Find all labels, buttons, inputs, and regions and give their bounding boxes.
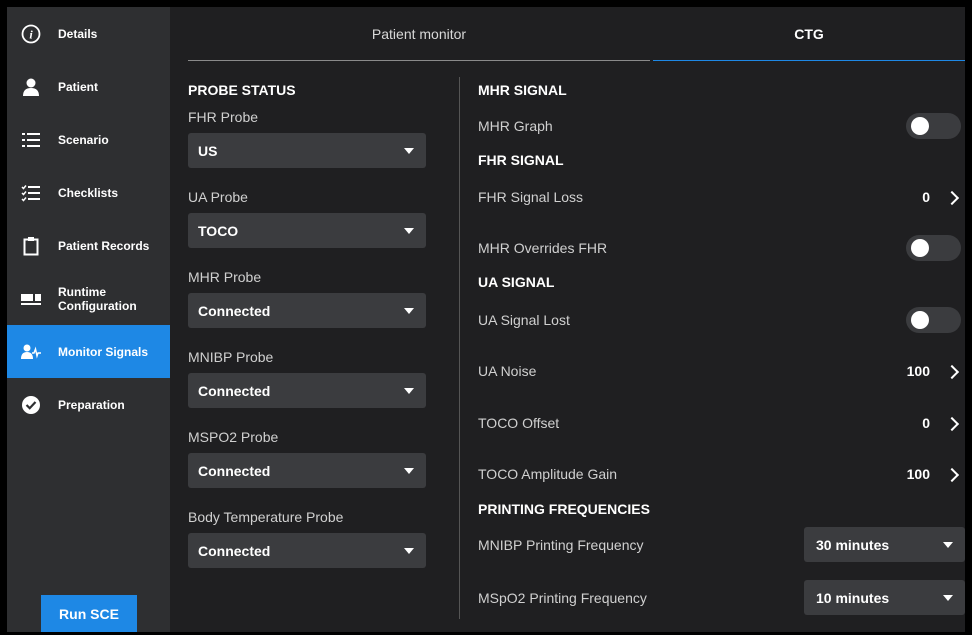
fhr-signal-loss-value: 0 bbox=[922, 189, 930, 205]
caret-down-icon bbox=[943, 542, 953, 548]
sidebar-item-label: Patient bbox=[58, 79, 99, 94]
mnibp-probe-label: MNIBP Probe bbox=[188, 349, 274, 365]
monitor-signals-icon bbox=[21, 342, 41, 362]
mhr-overrides-fhr-label: MHR Overrides FHR bbox=[478, 240, 608, 256]
sidebar-item-label: Runtime Configuration bbox=[58, 285, 137, 313]
caret-down-icon bbox=[404, 228, 414, 234]
toggle-knob bbox=[911, 311, 929, 329]
caret-down-icon bbox=[404, 148, 414, 154]
sidebar-item-patient[interactable]: Patient bbox=[7, 60, 170, 113]
mhr-graph-label: MHR Graph bbox=[478, 118, 553, 134]
select-value: 30 minutes bbox=[816, 537, 890, 553]
checklist-icon bbox=[21, 183, 41, 203]
caret-down-icon bbox=[404, 308, 414, 314]
select-value: Connected bbox=[198, 383, 271, 399]
ua-noise-value: 100 bbox=[906, 363, 930, 379]
body-temperature-probe-label: Body Temperature Probe bbox=[188, 509, 344, 525]
toggle-knob bbox=[911, 239, 929, 257]
ua-probe-select[interactable]: TOCO bbox=[188, 213, 426, 248]
caret-down-icon bbox=[404, 388, 414, 394]
mnibp-printing-frequency-select[interactable]: 30 minutes bbox=[804, 527, 965, 562]
app-window: i Details Patient Scenario Checklists Pa… bbox=[0, 0, 972, 635]
mspo2-printing-frequency-select[interactable]: 10 minutes bbox=[804, 580, 965, 615]
clipboard-icon bbox=[21, 236, 41, 256]
fhr-signal-title: FHR SIGNAL bbox=[478, 152, 564, 168]
mhr-probe-label: MHR Probe bbox=[188, 269, 262, 285]
chevron-right-icon[interactable] bbox=[944, 416, 960, 432]
mhr-graph-toggle[interactable] bbox=[906, 113, 961, 139]
mspo2-probe-select[interactable]: Connected bbox=[188, 453, 426, 488]
select-value: Connected bbox=[198, 463, 271, 479]
mhr-signal-title: MHR SIGNAL bbox=[478, 82, 567, 98]
mnibp-printing-frequency-label: MNIBP Printing Frequency bbox=[478, 537, 644, 553]
mhr-overrides-fhr-toggle[interactable] bbox=[906, 235, 961, 261]
fhr-probe-label: FHR Probe bbox=[188, 109, 259, 125]
sidebar-item-label: Preparation bbox=[58, 397, 125, 412]
config-icon bbox=[21, 289, 41, 309]
svg-text:i: i bbox=[29, 27, 33, 41]
caret-down-icon bbox=[404, 468, 414, 474]
select-value: Connected bbox=[198, 303, 271, 319]
caret-down-icon bbox=[943, 595, 953, 601]
select-value: US bbox=[198, 143, 218, 159]
chevron-right-icon[interactable] bbox=[944, 190, 960, 206]
info-icon: i bbox=[21, 24, 41, 44]
tab-patient-monitor[interactable]: Patient monitor bbox=[188, 7, 650, 61]
sidebar: i Details Patient Scenario Checklists Pa… bbox=[7, 7, 170, 632]
sidebar-item-details[interactable]: i Details bbox=[7, 7, 170, 60]
mspo2-probe-label: MSPO2 Probe bbox=[188, 429, 279, 445]
toco-amplitude-gain-label: TOCO Amplitude Gain bbox=[478, 466, 618, 482]
tab-ctg[interactable]: CTG bbox=[653, 7, 965, 61]
chevron-right-icon[interactable] bbox=[944, 364, 960, 380]
sidebar-item-label: Monitor Signals bbox=[58, 344, 148, 359]
mspo2-printing-frequency-label: MSpO2 Printing Frequency bbox=[478, 590, 647, 606]
column-divider bbox=[459, 77, 460, 619]
main-panel: Patient monitor CTG PROBE STATUS FHR Pro… bbox=[170, 7, 965, 632]
probe-status-title: PROBE STATUS bbox=[188, 82, 296, 98]
select-value: TOCO bbox=[198, 223, 239, 239]
person-icon bbox=[21, 77, 41, 97]
chevron-right-icon[interactable] bbox=[944, 467, 960, 483]
ua-signal-lost-toggle[interactable] bbox=[906, 307, 961, 333]
sidebar-item-label: Scenario bbox=[58, 132, 109, 147]
label-line-1: Runtime bbox=[58, 284, 106, 299]
ua-signal-lost-label: UA Signal Lost bbox=[478, 312, 570, 328]
list-icon bbox=[21, 130, 41, 150]
check-circle-icon bbox=[21, 395, 41, 415]
select-value: 10 minutes bbox=[816, 590, 890, 606]
sidebar-item-scenario[interactable]: Scenario bbox=[7, 113, 170, 166]
toggle-knob bbox=[911, 117, 929, 135]
run-sce-button[interactable]: Run SCE bbox=[41, 595, 137, 632]
sidebar-item-preparation[interactable]: Preparation bbox=[7, 378, 170, 431]
mnibp-probe-select[interactable]: Connected bbox=[188, 373, 426, 408]
ua-noise-label: UA Noise bbox=[478, 363, 537, 379]
sidebar-item-patient-records[interactable]: Patient Records bbox=[7, 219, 170, 272]
app-frame: i Details Patient Scenario Checklists Pa… bbox=[7, 7, 965, 632]
ua-signal-title: UA SIGNAL bbox=[478, 274, 555, 290]
toco-offset-label: TOCO Offset bbox=[478, 415, 560, 431]
sidebar-item-runtime-configuration[interactable]: Runtime Configuration bbox=[7, 272, 170, 325]
sidebar-item-label: Checklists bbox=[58, 185, 119, 200]
ua-probe-label: UA Probe bbox=[188, 189, 248, 205]
toco-offset-value: 0 bbox=[922, 415, 930, 431]
label-line-2: Configuration bbox=[58, 298, 137, 313]
caret-down-icon bbox=[404, 548, 414, 554]
mhr-probe-select[interactable]: Connected bbox=[188, 293, 426, 328]
fhr-signal-loss-label: FHR Signal Loss bbox=[478, 189, 584, 205]
printing-frequencies-title: PRINTING FREQUENCIES bbox=[478, 501, 650, 517]
sidebar-item-label: Details bbox=[58, 26, 98, 41]
sidebar-item-label: Patient Records bbox=[58, 238, 150, 253]
sidebar-item-monitor-signals[interactable]: Monitor Signals bbox=[7, 325, 170, 378]
fhr-probe-select[interactable]: US bbox=[188, 133, 426, 168]
select-value: Connected bbox=[198, 543, 271, 559]
toco-amplitude-gain-value: 100 bbox=[906, 466, 930, 482]
body-temperature-probe-select[interactable]: Connected bbox=[188, 533, 426, 568]
sidebar-item-checklists[interactable]: Checklists bbox=[7, 166, 170, 219]
